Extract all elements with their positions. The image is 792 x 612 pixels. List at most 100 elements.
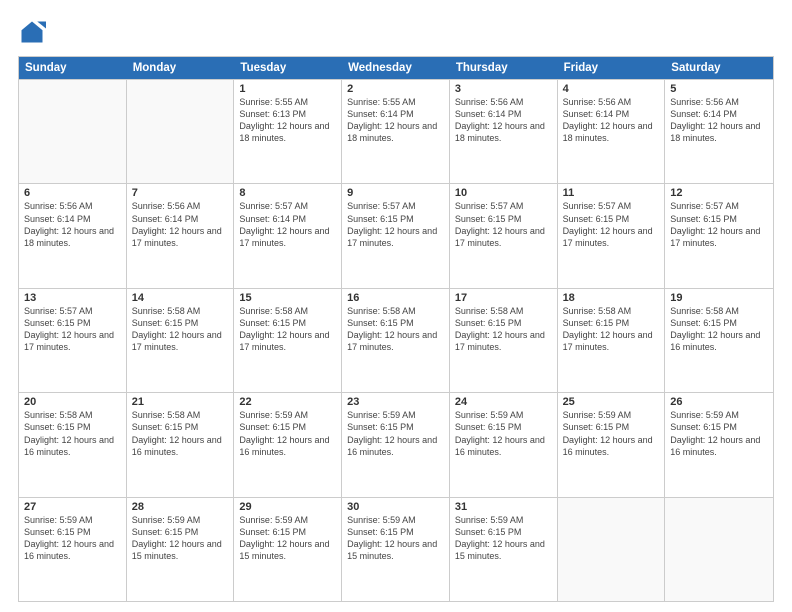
cell-date: 14 xyxy=(132,292,229,304)
cal-cell-6: 6Sunrise: 5:56 AM Sunset: 6:14 PM Daylig… xyxy=(19,184,127,287)
header-day-saturday: Saturday xyxy=(665,57,773,79)
page: SundayMondayTuesdayWednesdayThursdayFrid… xyxy=(0,0,792,612)
cell-info: Sunrise: 5:57 AM Sunset: 6:15 PM Dayligh… xyxy=(24,305,121,354)
cal-cell-3: 3Sunrise: 5:56 AM Sunset: 6:14 PM Daylig… xyxy=(450,80,558,183)
cell-info: Sunrise: 5:59 AM Sunset: 6:15 PM Dayligh… xyxy=(239,514,336,563)
cal-cell-15: 15Sunrise: 5:58 AM Sunset: 6:15 PM Dayli… xyxy=(234,289,342,392)
cell-date: 7 xyxy=(132,187,229,199)
cell-date: 10 xyxy=(455,187,552,199)
cell-date: 22 xyxy=(239,396,336,408)
cell-info: Sunrise: 5:55 AM Sunset: 6:14 PM Dayligh… xyxy=(347,96,444,145)
cal-cell-14: 14Sunrise: 5:58 AM Sunset: 6:15 PM Dayli… xyxy=(127,289,235,392)
cell-info: Sunrise: 5:56 AM Sunset: 6:14 PM Dayligh… xyxy=(455,96,552,145)
header-day-friday: Friday xyxy=(558,57,666,79)
cal-cell-22: 22Sunrise: 5:59 AM Sunset: 6:15 PM Dayli… xyxy=(234,393,342,496)
cell-date: 28 xyxy=(132,501,229,513)
week-3: 13Sunrise: 5:57 AM Sunset: 6:15 PM Dayli… xyxy=(19,288,773,392)
cal-cell-18: 18Sunrise: 5:58 AM Sunset: 6:15 PM Dayli… xyxy=(558,289,666,392)
cell-date: 8 xyxy=(239,187,336,199)
cal-cell-10: 10Sunrise: 5:57 AM Sunset: 6:15 PM Dayli… xyxy=(450,184,558,287)
cell-date: 24 xyxy=(455,396,552,408)
cell-info: Sunrise: 5:56 AM Sunset: 6:14 PM Dayligh… xyxy=(24,200,121,249)
cal-cell-24: 24Sunrise: 5:59 AM Sunset: 6:15 PM Dayli… xyxy=(450,393,558,496)
week-4: 20Sunrise: 5:58 AM Sunset: 6:15 PM Dayli… xyxy=(19,392,773,496)
cal-cell-2: 2Sunrise: 5:55 AM Sunset: 6:14 PM Daylig… xyxy=(342,80,450,183)
cell-info: Sunrise: 5:58 AM Sunset: 6:15 PM Dayligh… xyxy=(132,409,229,458)
logo-icon xyxy=(18,18,46,46)
cal-cell-8: 8Sunrise: 5:57 AM Sunset: 6:14 PM Daylig… xyxy=(234,184,342,287)
cell-date: 30 xyxy=(347,501,444,513)
cell-date: 11 xyxy=(563,187,660,199)
cell-info: Sunrise: 5:56 AM Sunset: 6:14 PM Dayligh… xyxy=(670,96,768,145)
cal-cell-1: 1Sunrise: 5:55 AM Sunset: 6:13 PM Daylig… xyxy=(234,80,342,183)
cal-cell-13: 13Sunrise: 5:57 AM Sunset: 6:15 PM Dayli… xyxy=(19,289,127,392)
cal-cell-4: 4Sunrise: 5:56 AM Sunset: 6:14 PM Daylig… xyxy=(558,80,666,183)
cal-cell-empty-w0-0 xyxy=(19,80,127,183)
logo xyxy=(18,18,50,46)
cell-info: Sunrise: 5:57 AM Sunset: 6:15 PM Dayligh… xyxy=(563,200,660,249)
header xyxy=(18,18,774,46)
cell-info: Sunrise: 5:57 AM Sunset: 6:15 PM Dayligh… xyxy=(347,200,444,249)
cal-cell-29: 29Sunrise: 5:59 AM Sunset: 6:15 PM Dayli… xyxy=(234,498,342,601)
cal-cell-27: 27Sunrise: 5:59 AM Sunset: 6:15 PM Dayli… xyxy=(19,498,127,601)
cal-cell-empty-w4-5 xyxy=(558,498,666,601)
cal-cell-11: 11Sunrise: 5:57 AM Sunset: 6:15 PM Dayli… xyxy=(558,184,666,287)
cell-info: Sunrise: 5:59 AM Sunset: 6:15 PM Dayligh… xyxy=(563,409,660,458)
cell-date: 17 xyxy=(455,292,552,304)
cell-date: 4 xyxy=(563,83,660,95)
cell-date: 29 xyxy=(239,501,336,513)
cell-info: Sunrise: 5:58 AM Sunset: 6:15 PM Dayligh… xyxy=(670,305,768,354)
cal-cell-17: 17Sunrise: 5:58 AM Sunset: 6:15 PM Dayli… xyxy=(450,289,558,392)
cal-cell-16: 16Sunrise: 5:58 AM Sunset: 6:15 PM Dayli… xyxy=(342,289,450,392)
cell-date: 21 xyxy=(132,396,229,408)
cell-date: 2 xyxy=(347,83,444,95)
header-day-tuesday: Tuesday xyxy=(234,57,342,79)
cell-date: 18 xyxy=(563,292,660,304)
cal-cell-25: 25Sunrise: 5:59 AM Sunset: 6:15 PM Dayli… xyxy=(558,393,666,496)
cell-info: Sunrise: 5:59 AM Sunset: 6:15 PM Dayligh… xyxy=(239,409,336,458)
week-2: 6Sunrise: 5:56 AM Sunset: 6:14 PM Daylig… xyxy=(19,183,773,287)
cell-date: 9 xyxy=(347,187,444,199)
cal-cell-20: 20Sunrise: 5:58 AM Sunset: 6:15 PM Dayli… xyxy=(19,393,127,496)
cell-date: 6 xyxy=(24,187,121,199)
cal-cell-empty-w0-1 xyxy=(127,80,235,183)
cell-info: Sunrise: 5:59 AM Sunset: 6:15 PM Dayligh… xyxy=(670,409,768,458)
cell-date: 16 xyxy=(347,292,444,304)
cal-cell-21: 21Sunrise: 5:58 AM Sunset: 6:15 PM Dayli… xyxy=(127,393,235,496)
cell-info: Sunrise: 5:59 AM Sunset: 6:15 PM Dayligh… xyxy=(455,409,552,458)
cell-info: Sunrise: 5:58 AM Sunset: 6:15 PM Dayligh… xyxy=(132,305,229,354)
header-day-thursday: Thursday xyxy=(450,57,558,79)
cal-cell-28: 28Sunrise: 5:59 AM Sunset: 6:15 PM Dayli… xyxy=(127,498,235,601)
calendar: SundayMondayTuesdayWednesdayThursdayFrid… xyxy=(18,56,774,602)
cal-cell-30: 30Sunrise: 5:59 AM Sunset: 6:15 PM Dayli… xyxy=(342,498,450,601)
cal-cell-19: 19Sunrise: 5:58 AM Sunset: 6:15 PM Dayli… xyxy=(665,289,773,392)
cell-info: Sunrise: 5:58 AM Sunset: 6:15 PM Dayligh… xyxy=(24,409,121,458)
header-day-sunday: Sunday xyxy=(19,57,127,79)
cell-info: Sunrise: 5:59 AM Sunset: 6:15 PM Dayligh… xyxy=(455,514,552,563)
calendar-header: SundayMondayTuesdayWednesdayThursdayFrid… xyxy=(19,57,773,79)
cell-info: Sunrise: 5:57 AM Sunset: 6:14 PM Dayligh… xyxy=(239,200,336,249)
cell-info: Sunrise: 5:58 AM Sunset: 6:15 PM Dayligh… xyxy=(239,305,336,354)
cell-date: 23 xyxy=(347,396,444,408)
cell-date: 1 xyxy=(239,83,336,95)
cal-cell-9: 9Sunrise: 5:57 AM Sunset: 6:15 PM Daylig… xyxy=(342,184,450,287)
cell-info: Sunrise: 5:57 AM Sunset: 6:15 PM Dayligh… xyxy=(455,200,552,249)
cell-date: 5 xyxy=(670,83,768,95)
header-day-monday: Monday xyxy=(127,57,235,79)
cell-date: 27 xyxy=(24,501,121,513)
cell-date: 13 xyxy=(24,292,121,304)
cal-cell-26: 26Sunrise: 5:59 AM Sunset: 6:15 PM Dayli… xyxy=(665,393,773,496)
cell-date: 25 xyxy=(563,396,660,408)
header-day-wednesday: Wednesday xyxy=(342,57,450,79)
cell-date: 26 xyxy=(670,396,768,408)
cal-cell-12: 12Sunrise: 5:57 AM Sunset: 6:15 PM Dayli… xyxy=(665,184,773,287)
cal-cell-empty-w4-6 xyxy=(665,498,773,601)
cell-date: 19 xyxy=(670,292,768,304)
calendar-body: 1Sunrise: 5:55 AM Sunset: 6:13 PM Daylig… xyxy=(19,79,773,601)
cell-date: 12 xyxy=(670,187,768,199)
cal-cell-7: 7Sunrise: 5:56 AM Sunset: 6:14 PM Daylig… xyxy=(127,184,235,287)
cell-info: Sunrise: 5:56 AM Sunset: 6:14 PM Dayligh… xyxy=(132,200,229,249)
cal-cell-31: 31Sunrise: 5:59 AM Sunset: 6:15 PM Dayli… xyxy=(450,498,558,601)
cell-date: 31 xyxy=(455,501,552,513)
cal-cell-5: 5Sunrise: 5:56 AM Sunset: 6:14 PM Daylig… xyxy=(665,80,773,183)
